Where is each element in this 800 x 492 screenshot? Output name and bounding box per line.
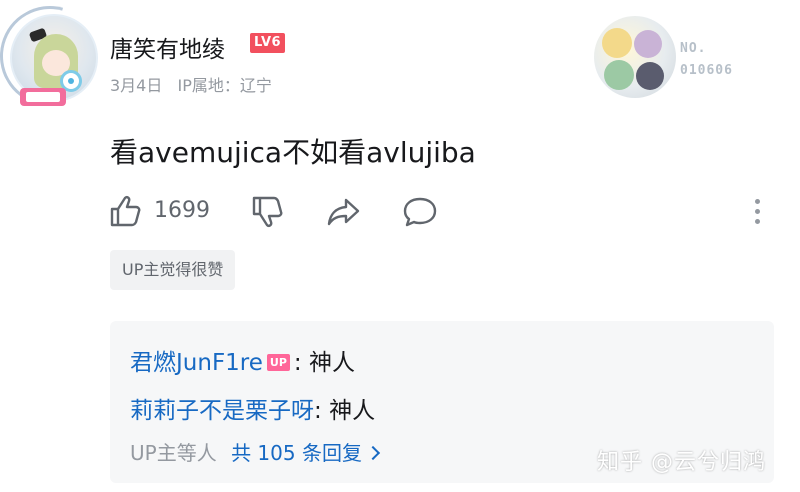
reply-text: 神人 (329, 398, 376, 424)
up-tag: UP (266, 354, 290, 371)
thumbs-up-icon (110, 196, 141, 227)
reply-separator: : (293, 350, 302, 376)
dislike-button[interactable] (250, 194, 286, 230)
view-all-replies[interactable]: UP主等人 共 105 条回复 (130, 437, 381, 466)
like-count: 1699 (154, 198, 210, 223)
share-icon (327, 198, 360, 226)
fan-badge-number: NO. 010606 (680, 38, 733, 82)
level-badge: LV6 (250, 33, 286, 53)
pendant-logo-icon (20, 88, 66, 106)
comment-meta: 3月4日 IP属地：辽宁 (110, 72, 272, 96)
ip-location: IP属地：辽宁 (177, 76, 272, 95)
up-liked-tag: UP主觉得很赞 (110, 250, 236, 290)
reply-summary-prefix: UP主等人 (130, 441, 217, 465)
more-vertical-icon (755, 199, 760, 204)
reply-icon (403, 197, 437, 227)
fan-badge-line2: 010606 (680, 63, 733, 78)
reply-username[interactable]: 君燃JunF1re (130, 350, 263, 376)
share-button[interactable] (326, 194, 362, 230)
reply-separator: : (314, 398, 322, 424)
comment-text: 看avemujica不如看avlujiba (110, 136, 476, 169)
reply-item[interactable]: 君燃JunF1re UP: 神人 (130, 343, 355, 377)
more-options-button[interactable] (748, 198, 768, 226)
comment-username[interactable]: 唐笑有地绫 (110, 30, 225, 64)
comment-date: 3月4日 (110, 76, 163, 95)
reply-text: 神人 (308, 350, 355, 376)
reply-count-link[interactable]: 共 105 条回复 (231, 441, 362, 465)
chevron-right-icon (365, 445, 381, 461)
reply-button[interactable] (402, 194, 438, 230)
fan-badge-image[interactable] (594, 16, 676, 98)
watermark: 知乎 @云兮归鸿 (597, 450, 766, 475)
reply-item[interactable]: 莉莉子不是栗子呀: 神人 (130, 391, 375, 425)
reply-username[interactable]: 莉莉子不是栗子呀 (130, 398, 314, 424)
fan-badge-line1: NO. (680, 41, 707, 56)
thumbs-down-icon (252, 196, 283, 227)
like-button[interactable] (108, 193, 144, 229)
